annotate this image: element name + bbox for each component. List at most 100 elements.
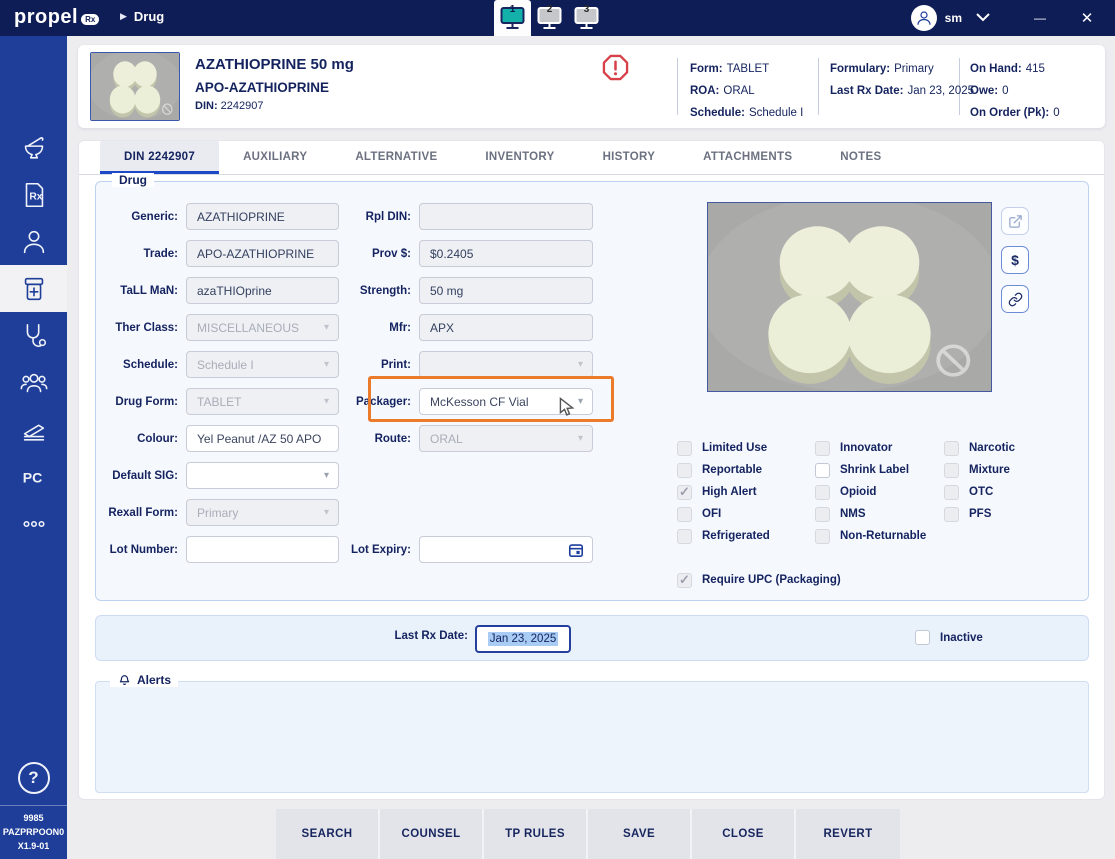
inactive-checkbox[interactable] (915, 630, 930, 645)
route-select[interactable]: ORAL (419, 425, 593, 452)
more-icon (19, 509, 49, 539)
header-info-col2: Formulary:Primary Last Rx Date:Jan 23, 2… (830, 58, 974, 102)
ofi-checkbox[interactable] (677, 507, 692, 522)
require-upc-checkbox[interactable] (677, 573, 692, 588)
workspace-monitor-tabs: 1 2 3 (494, 0, 605, 36)
rpl-din-input[interactable] (419, 203, 593, 230)
svg-text:PC: PC (22, 469, 42, 485)
breadcrumb-arrow-icon: ▶ (120, 11, 127, 22)
tab-attachments[interactable]: ATTACHMENTS (679, 141, 816, 174)
monitor-tab-number: 1 (494, 4, 531, 15)
mixture-checkbox[interactable] (944, 463, 959, 478)
sidebar-item-prescriptions[interactable]: Rx (0, 171, 67, 218)
limited-use-checkbox[interactable] (677, 441, 692, 456)
refrigerated-checkbox[interactable] (677, 529, 692, 544)
tab-history[interactable]: HISTORY (579, 141, 680, 174)
minimize-button[interactable] (1020, 0, 1060, 36)
user-initials: sm (945, 11, 962, 25)
link-button[interactable] (1001, 285, 1029, 313)
strength-input[interactable]: 50 mg (419, 277, 593, 304)
help-icon: ? (18, 762, 50, 794)
sidebar-item-drug[interactable] (0, 265, 67, 312)
alerts-fieldset: Alerts (95, 681, 1089, 793)
calendar-icon[interactable] (568, 542, 584, 558)
prov-price-input[interactable]: $0.2405 (419, 240, 593, 267)
counsel-button[interactable]: COUNSEL (380, 809, 484, 859)
sidebar-item-pc[interactable]: PC (0, 453, 67, 500)
close-window-button[interactable] (1067, 0, 1107, 36)
shrink-label-checkbox[interactable] (815, 463, 830, 478)
store-id: 9985 (0, 811, 67, 825)
pill-photo (91, 53, 179, 120)
fields-middle-column: Rpl DIN: Prov $:$0.2405 Strength:50 mg M… (299, 198, 593, 568)
monitor-tab-1[interactable]: 1 (494, 0, 531, 36)
main-content: AZATHIOPRINE 50 mg APO-AZATHIOPRINE DIN:… (67, 36, 1115, 859)
tab-notes[interactable]: NOTES (816, 141, 905, 174)
pfs-checkbox[interactable] (944, 507, 959, 522)
drug-bottle-icon (19, 274, 49, 304)
reportable-checkbox[interactable] (677, 463, 692, 478)
user-avatar (911, 5, 937, 31)
drug-fieldset: Drug Generic:AZATHIOPRINE Trade:APO-AZAT… (95, 181, 1089, 601)
opioid-checkbox[interactable] (815, 485, 830, 500)
flags-column-1: Limited Use Reportable High Alert OFI Re… (677, 437, 770, 547)
require-upc-row: Require UPC (Packaging) (677, 569, 841, 591)
pc-icon: PC (19, 462, 49, 492)
inactive-row: Inactive (915, 630, 983, 645)
mfr-input[interactable]: APX (419, 314, 593, 341)
open-image-external-button[interactable] (1001, 207, 1029, 235)
close-button[interactable]: CLOSE (692, 809, 796, 859)
revert-button[interactable]: REVERT (796, 809, 900, 859)
otc-checkbox[interactable] (944, 485, 959, 500)
innovator-checkbox[interactable] (815, 441, 830, 456)
dollar-icon: $ (1011, 252, 1019, 268)
pill-photo-large (708, 203, 991, 391)
tab-din[interactable]: DIN 2242907 (100, 141, 219, 174)
monitor-tab-2[interactable]: 2 (531, 0, 568, 36)
high-alert-checkbox[interactable] (677, 485, 692, 500)
sidebar-item-patient[interactable] (0, 218, 67, 265)
save-button[interactable]: SAVE (588, 809, 692, 859)
link-icon (1008, 292, 1023, 307)
nms-checkbox[interactable] (815, 507, 830, 522)
sidebar-item-clinical[interactable] (0, 312, 67, 359)
help-button[interactable]: ? (0, 754, 67, 801)
drug-image (707, 202, 992, 392)
labels-icon (19, 415, 49, 445)
last-rx-label: Last Rx Date: (395, 630, 469, 642)
svg-text:Rx: Rx (29, 191, 42, 202)
non-returnable-checkbox[interactable] (815, 529, 830, 544)
rx-logo-badge: Rx (81, 14, 99, 25)
tab-alternative[interactable]: ALTERNATIVE (331, 141, 461, 174)
chevron-down-icon[interactable] (976, 9, 990, 27)
search-button[interactable]: SEARCH (276, 809, 380, 859)
header-info-col1: Form:TABLET ROA:ORAL Schedule:Schedule I (690, 58, 803, 124)
print-select[interactable] (419, 351, 593, 378)
patient-icon (19, 227, 49, 257)
narcotic-checkbox[interactable] (944, 441, 959, 456)
sidebar-item-groups[interactable] (0, 359, 67, 406)
pricing-button[interactable]: $ (1001, 246, 1029, 274)
tab-inventory[interactable]: INVENTORY (461, 141, 578, 174)
drug-din: DIN: 2242907 (195, 100, 354, 112)
header-info-col3: On Hand:415 Owe:0 On Order (Pk):0 (970, 58, 1060, 124)
alerts-legend: Alerts (110, 672, 178, 687)
divider (818, 58, 819, 115)
sidebar-item-labels[interactable] (0, 406, 67, 453)
monitor-tab-3[interactable]: 3 (568, 0, 605, 36)
stethoscope-icon (19, 321, 49, 351)
user-menu[interactable]: sm (911, 5, 990, 31)
monitor-tab-number: 2 (531, 4, 568, 15)
tab-auxiliary[interactable]: AUXILIARY (219, 141, 331, 174)
drug-fieldset-legend: Drug (112, 173, 154, 187)
stop-alert-icon[interactable] (602, 54, 629, 81)
tp-rules-button[interactable]: TP RULES (484, 809, 588, 859)
rx-document-icon: Rx (19, 180, 49, 210)
version-info: 9985 PAZPRPOON0 X1.9-01 (0, 805, 67, 859)
logo-text: propel (14, 6, 78, 28)
sidebar-item-pharmacy[interactable] (0, 124, 67, 171)
last-rx-date-input[interactable]: Jan 23, 2025 (475, 625, 571, 653)
breadcrumb-label: Drug (134, 9, 164, 24)
lot-expiry-input[interactable] (419, 536, 593, 563)
sidebar-item-more[interactable] (0, 500, 67, 547)
